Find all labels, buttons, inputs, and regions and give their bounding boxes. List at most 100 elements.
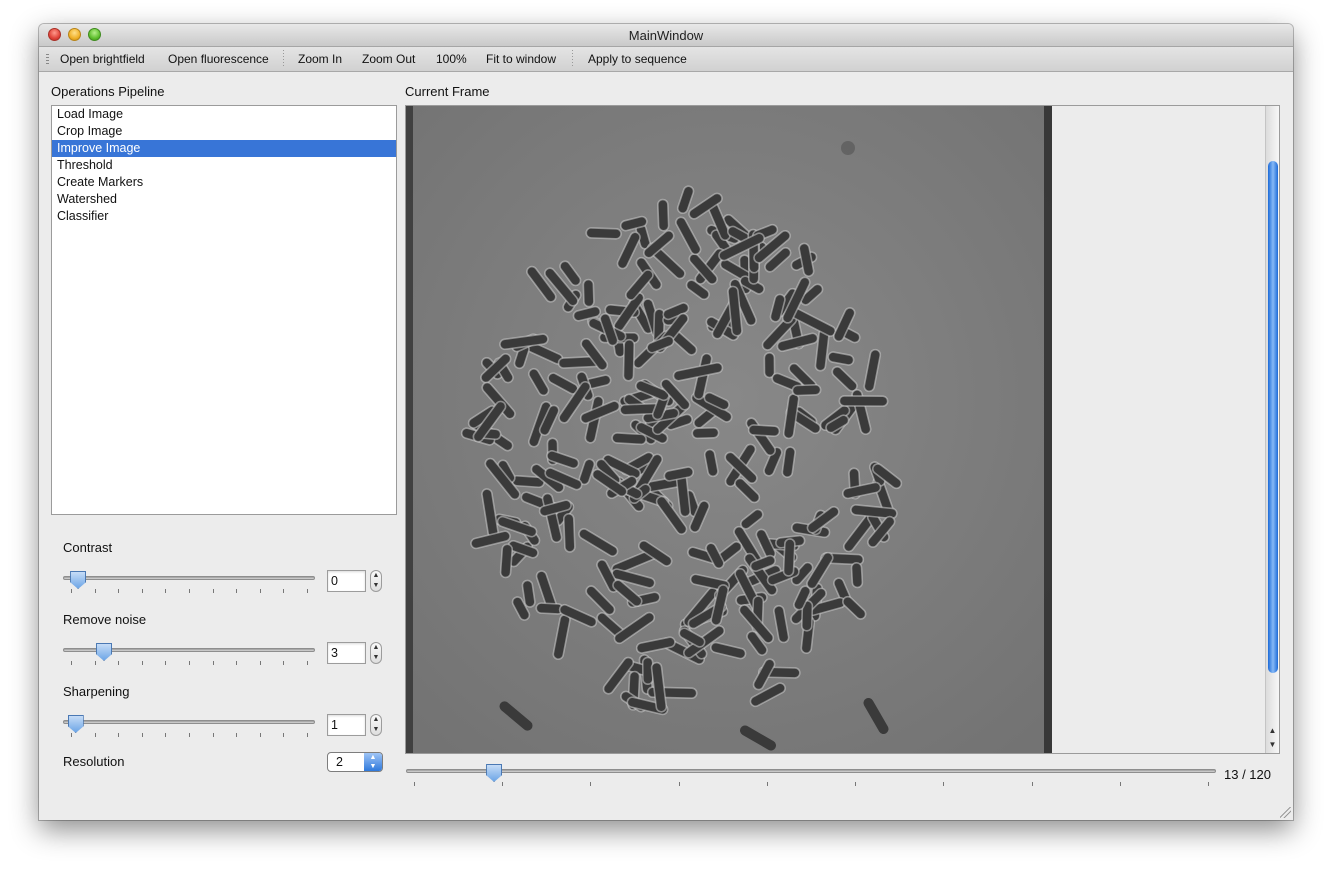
stepper-arrows-icon[interactable]: ▲ ▼ bbox=[370, 714, 382, 736]
slider-tick bbox=[236, 733, 238, 737]
scroll-up-icon[interactable]: ▲ bbox=[1266, 724, 1279, 737]
slider-tick bbox=[943, 782, 945, 786]
bacterium-cell bbox=[791, 384, 822, 397]
scroll-down-icon[interactable]: ▼ bbox=[1266, 738, 1279, 751]
bacterium-cell bbox=[691, 426, 720, 440]
sharpening-label: Sharpening bbox=[63, 684, 130, 699]
slider-tick bbox=[283, 589, 285, 593]
slider-knob[interactable] bbox=[486, 764, 503, 782]
sharpening-value-field[interactable]: 1 bbox=[327, 714, 366, 736]
open-fluorescence-button[interactable]: Open fluorescence bbox=[168, 52, 269, 66]
sharpening-slider[interactable] bbox=[63, 715, 315, 741]
slider-knob[interactable] bbox=[96, 643, 113, 661]
bacterium-cell bbox=[585, 227, 622, 240]
contrast-spinbox[interactable]: 0 ▲ ▼ bbox=[327, 570, 385, 592]
slider-tick bbox=[71, 589, 72, 593]
combo-arrows-icon[interactable]: ▲ ▼ bbox=[364, 753, 382, 771]
slider-tick bbox=[94, 733, 96, 737]
open-brightfield-button[interactable]: Open brightfield bbox=[60, 52, 145, 66]
toolbar-grip-icon[interactable] bbox=[46, 54, 49, 64]
slider-tick bbox=[307, 589, 308, 593]
channel-wall-right bbox=[1044, 106, 1052, 753]
toolbar: Open brightfield Open fluorescence Zoom … bbox=[39, 47, 1293, 72]
slider-tick bbox=[212, 661, 214, 665]
list-item-classifier[interactable]: Classifier bbox=[52, 208, 396, 225]
zoom-out-button[interactable]: Zoom Out bbox=[362, 52, 415, 66]
contrast-label: Contrast bbox=[63, 540, 113, 555]
slider-knob[interactable] bbox=[67, 715, 84, 733]
slider-track bbox=[63, 576, 315, 580]
slider-knob[interactable] bbox=[70, 571, 87, 589]
slider-tick bbox=[189, 589, 190, 593]
slider-tick bbox=[1119, 782, 1121, 786]
slider-tick bbox=[189, 661, 190, 665]
operations-pipeline-list[interactable]: Load Image Crop Image Improve Image Thre… bbox=[51, 105, 397, 515]
bacterium-cell bbox=[611, 432, 647, 446]
resolution-label: Resolution bbox=[63, 754, 125, 769]
microscopy-image[interactable] bbox=[406, 106, 1052, 753]
list-item-improve-image[interactable]: Improve Image bbox=[52, 140, 396, 157]
slider-tick bbox=[307, 661, 308, 665]
zoom-in-button[interactable]: Zoom In bbox=[298, 52, 342, 66]
slider-tick bbox=[165, 589, 167, 593]
slider-ticks bbox=[63, 733, 315, 739]
remove-noise-label: Remove noise bbox=[63, 612, 147, 627]
slider-tick bbox=[165, 733, 167, 737]
slider-tick bbox=[165, 661, 167, 665]
bacterium-cell bbox=[499, 543, 514, 579]
list-item-watershed[interactable]: Watershed bbox=[52, 191, 396, 208]
slider-tick bbox=[414, 782, 415, 786]
slider-tick bbox=[259, 733, 261, 737]
sharpening-spinbox[interactable]: 1 ▲ ▼ bbox=[327, 714, 385, 736]
fit-to-window-button[interactable]: Fit to window bbox=[486, 52, 556, 66]
remove-noise-slider[interactable] bbox=[63, 643, 315, 669]
bacterium-cell bbox=[582, 278, 595, 308]
scrollbar-thumb[interactable] bbox=[1268, 161, 1278, 673]
slider-tick bbox=[212, 733, 214, 737]
slider-tick bbox=[189, 733, 190, 737]
slider-tick bbox=[141, 733, 143, 737]
slider-tick bbox=[94, 661, 96, 665]
apply-to-sequence-button[interactable]: Apply to sequence bbox=[588, 52, 687, 66]
list-item-crop-image[interactable]: Crop Image bbox=[52, 123, 396, 140]
resolution-combobox[interactable]: 2 ▲ ▼ bbox=[327, 752, 383, 772]
channel-wall-left bbox=[406, 106, 413, 753]
slider-ticks bbox=[63, 589, 315, 595]
frame-counter: 13 / 120 bbox=[1224, 767, 1271, 782]
list-item-create-markers[interactable]: Create Markers bbox=[52, 174, 396, 191]
slider-tick bbox=[236, 589, 238, 593]
slider-tick bbox=[141, 661, 143, 665]
slider-ticks bbox=[63, 661, 315, 667]
slider-ticks bbox=[406, 782, 1216, 788]
frame-slider[interactable] bbox=[406, 764, 1216, 790]
list-item-threshold[interactable]: Threshold bbox=[52, 157, 396, 174]
slider-tick bbox=[212, 589, 214, 593]
slider-tick bbox=[259, 589, 261, 593]
resize-grip-icon[interactable] bbox=[1280, 807, 1291, 818]
slider-tick bbox=[283, 733, 285, 737]
slider-tick bbox=[236, 661, 238, 665]
resolution-value: 2 bbox=[336, 755, 343, 769]
stepper-arrows-icon[interactable]: ▲ ▼ bbox=[370, 642, 382, 664]
list-item-load-image[interactable]: Load Image bbox=[52, 106, 396, 123]
stepper-arrows-icon[interactable]: ▲ ▼ bbox=[370, 570, 382, 592]
vertical-scrollbar[interactable]: ▲ ▼ bbox=[1265, 106, 1279, 753]
image-viewer[interactable]: ▲ ▼ bbox=[405, 105, 1280, 754]
bacterium-cell bbox=[850, 561, 864, 589]
title-bar: MainWindow bbox=[39, 24, 1293, 47]
debris-spot bbox=[841, 141, 855, 155]
bacterium-cell bbox=[622, 338, 636, 382]
slider-tick bbox=[94, 589, 96, 593]
contrast-value-field[interactable]: 0 bbox=[327, 570, 366, 592]
remove-noise-value-field[interactable]: 3 bbox=[327, 642, 366, 664]
main-window: MainWindow Open brightfield Open fluores… bbox=[39, 24, 1293, 820]
bacterium-cell bbox=[838, 395, 889, 407]
zoom-100-button[interactable]: 100% bbox=[436, 52, 467, 66]
bacterium-cell bbox=[782, 538, 796, 577]
remove-noise-spinbox[interactable]: 3 ▲ ▼ bbox=[327, 642, 385, 664]
slider-tick bbox=[1208, 782, 1209, 786]
slider-tick bbox=[678, 782, 680, 786]
contrast-slider[interactable] bbox=[63, 571, 315, 597]
slider-tick bbox=[71, 661, 72, 665]
bacteria-microscopy-image bbox=[406, 106, 1052, 753]
